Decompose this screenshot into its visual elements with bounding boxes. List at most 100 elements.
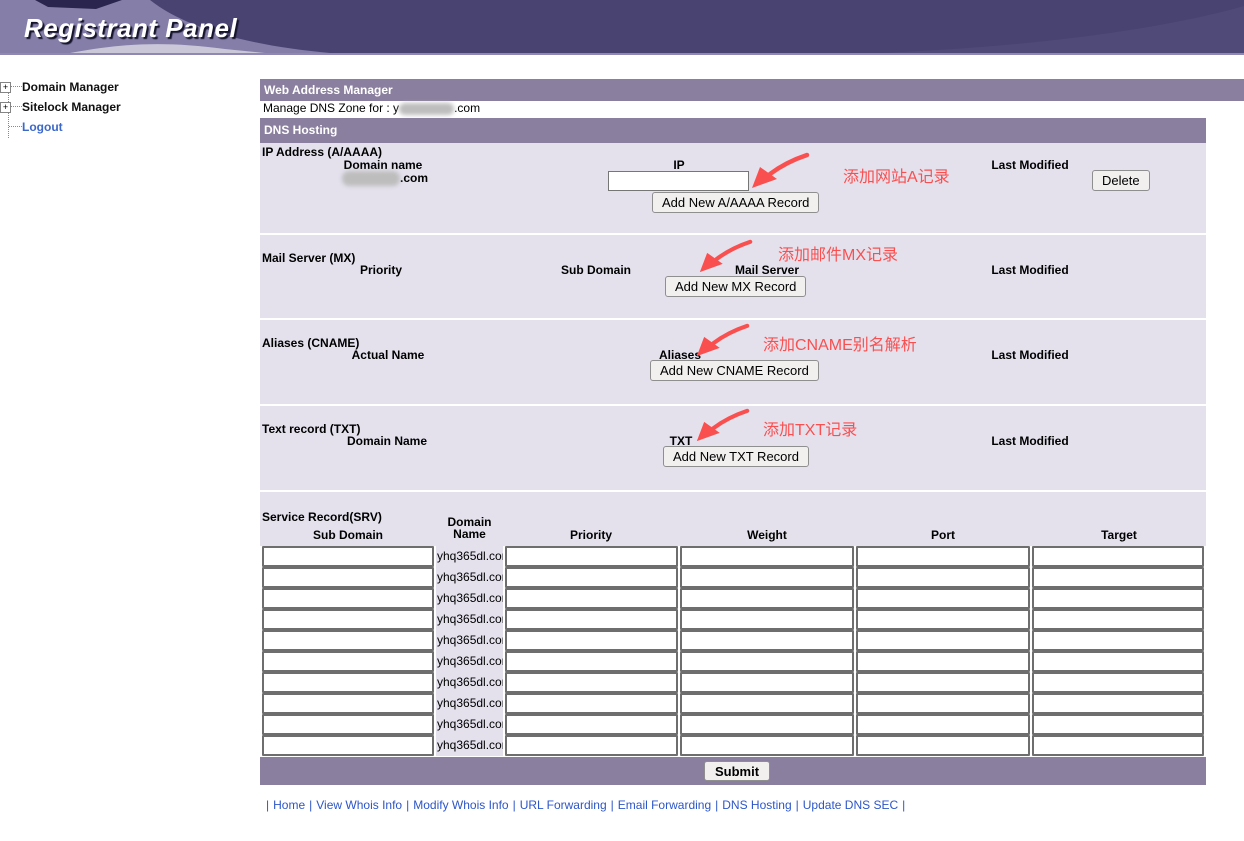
srv-weight-input[interactable] — [680, 693, 854, 714]
app-title: Registrant Panel — [24, 13, 237, 44]
srv-target-input[interactable] — [1032, 630, 1204, 651]
annotation-mx-record: 添加邮件MX记录 — [778, 241, 898, 265]
srv-priority-input[interactable] — [505, 630, 678, 651]
col-header-weight: Weight — [707, 528, 827, 542]
srv-port-input[interactable] — [856, 546, 1030, 567]
srv-weight-input[interactable] — [680, 672, 854, 693]
srv-port-input[interactable] — [856, 609, 1030, 630]
srv-port-input[interactable] — [856, 588, 1030, 609]
srv-target-input[interactable] — [1032, 651, 1204, 672]
footer-link-update-dns-sec[interactable]: Update DNS SEC — [803, 798, 898, 812]
sidebar-item-domain-manager[interactable]: + Domain Manager — [0, 79, 119, 95]
srv-weight-input[interactable] — [680, 630, 854, 651]
srv-port-input[interactable] — [856, 567, 1030, 588]
section-txt: Text record (TXT) Domain Name TXT Add Ne… — [260, 406, 1206, 490]
annotation-a-record: 添加网站A记录 — [843, 163, 950, 187]
srv-subdomain-input[interactable] — [262, 714, 434, 735]
srv-priority-input[interactable] — [505, 714, 678, 735]
separator: | — [796, 798, 799, 812]
srv-subdomain-input[interactable] — [262, 546, 434, 567]
expand-plus-icon[interactable]: + — [0, 102, 11, 113]
srv-row: yhq365dl.com — [260, 651, 1206, 672]
srv-priority-input[interactable] — [505, 609, 678, 630]
srv-port-input[interactable] — [856, 672, 1030, 693]
submit-button[interactable]: Submit — [704, 761, 770, 781]
srv-subdomain-input[interactable] — [262, 588, 434, 609]
srv-port-input[interactable] — [856, 735, 1030, 756]
srv-subdomain-input[interactable] — [262, 672, 434, 693]
plus-glyph: + — [3, 83, 8, 92]
sidebar-item-label[interactable]: Sitelock Manager — [22, 100, 121, 114]
srv-weight-input[interactable] — [680, 567, 854, 588]
srv-domain-name: yhq365dl.com — [436, 609, 503, 630]
tree-dash — [9, 126, 22, 128]
footer-link-email-forwarding[interactable]: Email Forwarding — [618, 798, 711, 812]
srv-target-input[interactable] — [1032, 609, 1204, 630]
srv-priority-input[interactable] — [505, 693, 678, 714]
domain-name-label: Domain Name — [327, 434, 447, 448]
add-cname-record-button[interactable]: Add New CNAME Record — [650, 360, 819, 381]
srv-priority-input[interactable] — [505, 651, 678, 672]
tree-dash — [11, 86, 22, 88]
srv-port-input[interactable] — [856, 693, 1030, 714]
submit-bar: Submit — [260, 757, 1206, 785]
srv-port-input[interactable] — [856, 630, 1030, 651]
red-arrow-icon — [698, 239, 753, 274]
footer-link-view-whois[interactable]: View Whois Info — [316, 798, 402, 812]
srv-priority-input[interactable] — [505, 546, 678, 567]
srv-target-input[interactable] — [1032, 588, 1204, 609]
srv-domain-name: yhq365dl.com — [436, 735, 503, 756]
col-header-domain-name: Domain Name — [436, 516, 503, 540]
ip-input[interactable] — [608, 171, 749, 191]
srv-priority-input[interactable] — [505, 567, 678, 588]
header-banner: Registrant Panel — [0, 0, 1244, 55]
delete-button[interactable]: Delete — [1092, 170, 1150, 191]
srv-target-input[interactable] — [1032, 735, 1204, 756]
footer-link-home[interactable]: Home — [273, 798, 305, 812]
sidebar-item-logout[interactable]: Logout — [9, 119, 63, 135]
srv-target-input[interactable] — [1032, 714, 1204, 735]
manage-zone-suffix: .com — [454, 101, 480, 115]
srv-weight-input[interactable] — [680, 714, 854, 735]
srv-weight-input[interactable] — [680, 735, 854, 756]
srv-weight-input[interactable] — [680, 546, 854, 567]
footer-link-modify-whois[interactable]: Modify Whois Info — [413, 798, 508, 812]
logout-link[interactable]: Logout — [22, 120, 63, 134]
srv-subdomain-input[interactable] — [262, 693, 434, 714]
srv-row: yhq365dl.com — [260, 735, 1206, 756]
srv-weight-input[interactable] — [680, 588, 854, 609]
expand-plus-icon[interactable]: + — [0, 82, 11, 93]
col-header-port: Port — [883, 528, 1003, 542]
srv-subdomain-input[interactable] — [262, 609, 434, 630]
separator: | — [611, 798, 614, 812]
srv-target-input[interactable] — [1032, 693, 1204, 714]
srv-row: yhq365dl.com — [260, 672, 1206, 693]
srv-subdomain-input[interactable] — [262, 735, 434, 756]
add-txt-record-button[interactable]: Add New TXT Record — [663, 446, 809, 467]
srv-priority-input[interactable] — [505, 735, 678, 756]
sidebar-item-sitelock-manager[interactable]: + Sitelock Manager — [0, 99, 121, 115]
srv-target-input[interactable] — [1032, 546, 1204, 567]
srv-subdomain-input[interactable] — [262, 651, 434, 672]
srv-subdomain-input[interactable] — [262, 630, 434, 651]
sidebar-item-label[interactable]: Domain Manager — [22, 80, 119, 94]
srv-row: yhq365dl.com — [260, 714, 1206, 735]
add-mx-record-button[interactable]: Add New MX Record — [665, 276, 806, 297]
srv-target-input[interactable] — [1032, 567, 1204, 588]
srv-row: yhq365dl.com — [260, 588, 1206, 609]
srv-port-input[interactable] — [856, 714, 1030, 735]
web-address-manager-bar: Web Address Manager — [260, 79, 1244, 101]
add-a-record-button[interactable]: Add New A/AAAA Record — [652, 192, 819, 213]
annotation-cname-record: 添加CNAME别名解析 — [763, 331, 917, 355]
srv-port-input[interactable] — [856, 651, 1030, 672]
footer-link-dns-hosting[interactable]: DNS Hosting — [722, 798, 791, 812]
srv-domain-name: yhq365dl.com — [436, 588, 503, 609]
srv-weight-input[interactable] — [680, 609, 854, 630]
srv-priority-input[interactable] — [505, 588, 678, 609]
srv-weight-input[interactable] — [680, 651, 854, 672]
dns-hosting-bar: DNS Hosting — [260, 118, 1206, 143]
srv-target-input[interactable] — [1032, 672, 1204, 693]
srv-priority-input[interactable] — [505, 672, 678, 693]
footer-link-url-forwarding[interactable]: URL Forwarding — [520, 798, 607, 812]
srv-subdomain-input[interactable] — [262, 567, 434, 588]
